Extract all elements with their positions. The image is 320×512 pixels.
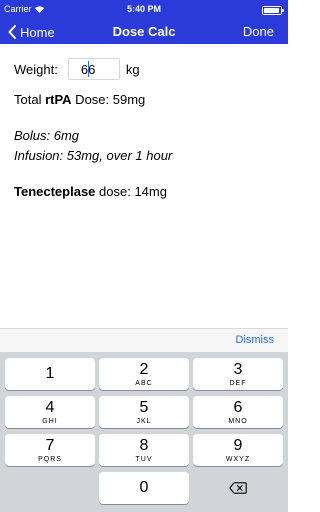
key-number: 4 xyxy=(45,399,55,416)
tenecteplase-drug: Tenecteplase xyxy=(14,184,96,199)
key-7[interactable]: 7 PQRS xyxy=(5,434,95,466)
weight-label: Weight: xyxy=(14,61,58,77)
total-dose-value: Dose: 59mg xyxy=(71,92,146,107)
key-letters: PQRS xyxy=(38,456,62,463)
key-number: 6 xyxy=(233,399,243,416)
status-bar: Carrier 5:40 PM xyxy=(0,0,288,20)
bolus-text: Bolus: 6mg xyxy=(14,128,80,143)
total-dose-prefix: Total xyxy=(14,92,46,107)
key-number: 3 xyxy=(233,361,243,378)
status-time: 5:40 PM xyxy=(126,4,161,14)
weight-unit: kg xyxy=(125,61,140,77)
key-1[interactable]: 1 xyxy=(5,358,95,390)
infusion-text: Infusion: 53mg, over 1 hour xyxy=(14,148,173,163)
dismiss-button[interactable]: Dismiss xyxy=(236,334,275,346)
key-number: 0 xyxy=(139,479,149,496)
key-letters: ABC xyxy=(135,380,153,387)
backspace-icon xyxy=(229,482,247,494)
done-button[interactable]: Done xyxy=(243,20,274,44)
key-2[interactable]: 2 ABC xyxy=(99,358,189,390)
key-number: 2 xyxy=(139,361,149,378)
weight-input[interactable] xyxy=(67,58,120,80)
key-letters: WXYZ xyxy=(225,456,251,463)
dose-calculator-form: Weight: kg Total rtPA Dose: 59mg Bolus: … xyxy=(14,56,276,200)
key-letters: MNO xyxy=(228,418,248,425)
key-6[interactable]: 6 MNO xyxy=(193,396,283,428)
total-dose-text: Total rtPA Dose: 59mg xyxy=(14,92,276,108)
key-8[interactable]: 8 TUV xyxy=(99,434,189,466)
navigation-bar: Home Dose Calc Done xyxy=(0,20,288,44)
total-dose-drug: rtPA xyxy=(45,92,72,107)
key-number: 1 xyxy=(45,365,55,382)
tenecteplase-value: dose: 14mg xyxy=(95,184,167,199)
key-0[interactable]: 0 xyxy=(99,472,189,504)
keyboard-toolbar: Dismiss xyxy=(0,328,288,352)
key-letters: DEF xyxy=(229,380,247,387)
key-3[interactable]: 3 DEF xyxy=(193,358,283,390)
text-caret xyxy=(88,61,89,77)
battery-icon xyxy=(262,6,284,15)
key-number: 5 xyxy=(139,399,149,416)
key-9[interactable]: 9 WXYZ xyxy=(193,434,283,466)
key-letters: JKL xyxy=(136,418,152,425)
dose-breakdown: Bolus: 6mg Infusion: 53mg, over 1 hour xyxy=(14,126,276,166)
weight-row: Weight: kg xyxy=(14,56,276,82)
tenecteplase-dose-text: Tenecteplase dose: 14mg xyxy=(14,184,276,200)
key-letters: TUV xyxy=(135,456,153,463)
key-letters: GHI xyxy=(42,418,58,425)
delete-key[interactable] xyxy=(193,472,283,504)
key-4[interactable]: 4 GHI xyxy=(5,396,95,428)
key-number: 7 xyxy=(45,437,55,454)
numeric-keypad: 1 2 ABC 3 DEF 4 GHI 5 JKL 6 MNO 7 PQRS 8… xyxy=(0,352,288,512)
key-number: 9 xyxy=(233,437,243,454)
key-number: 8 xyxy=(139,437,149,454)
key-5[interactable]: 5 JKL xyxy=(99,396,189,428)
